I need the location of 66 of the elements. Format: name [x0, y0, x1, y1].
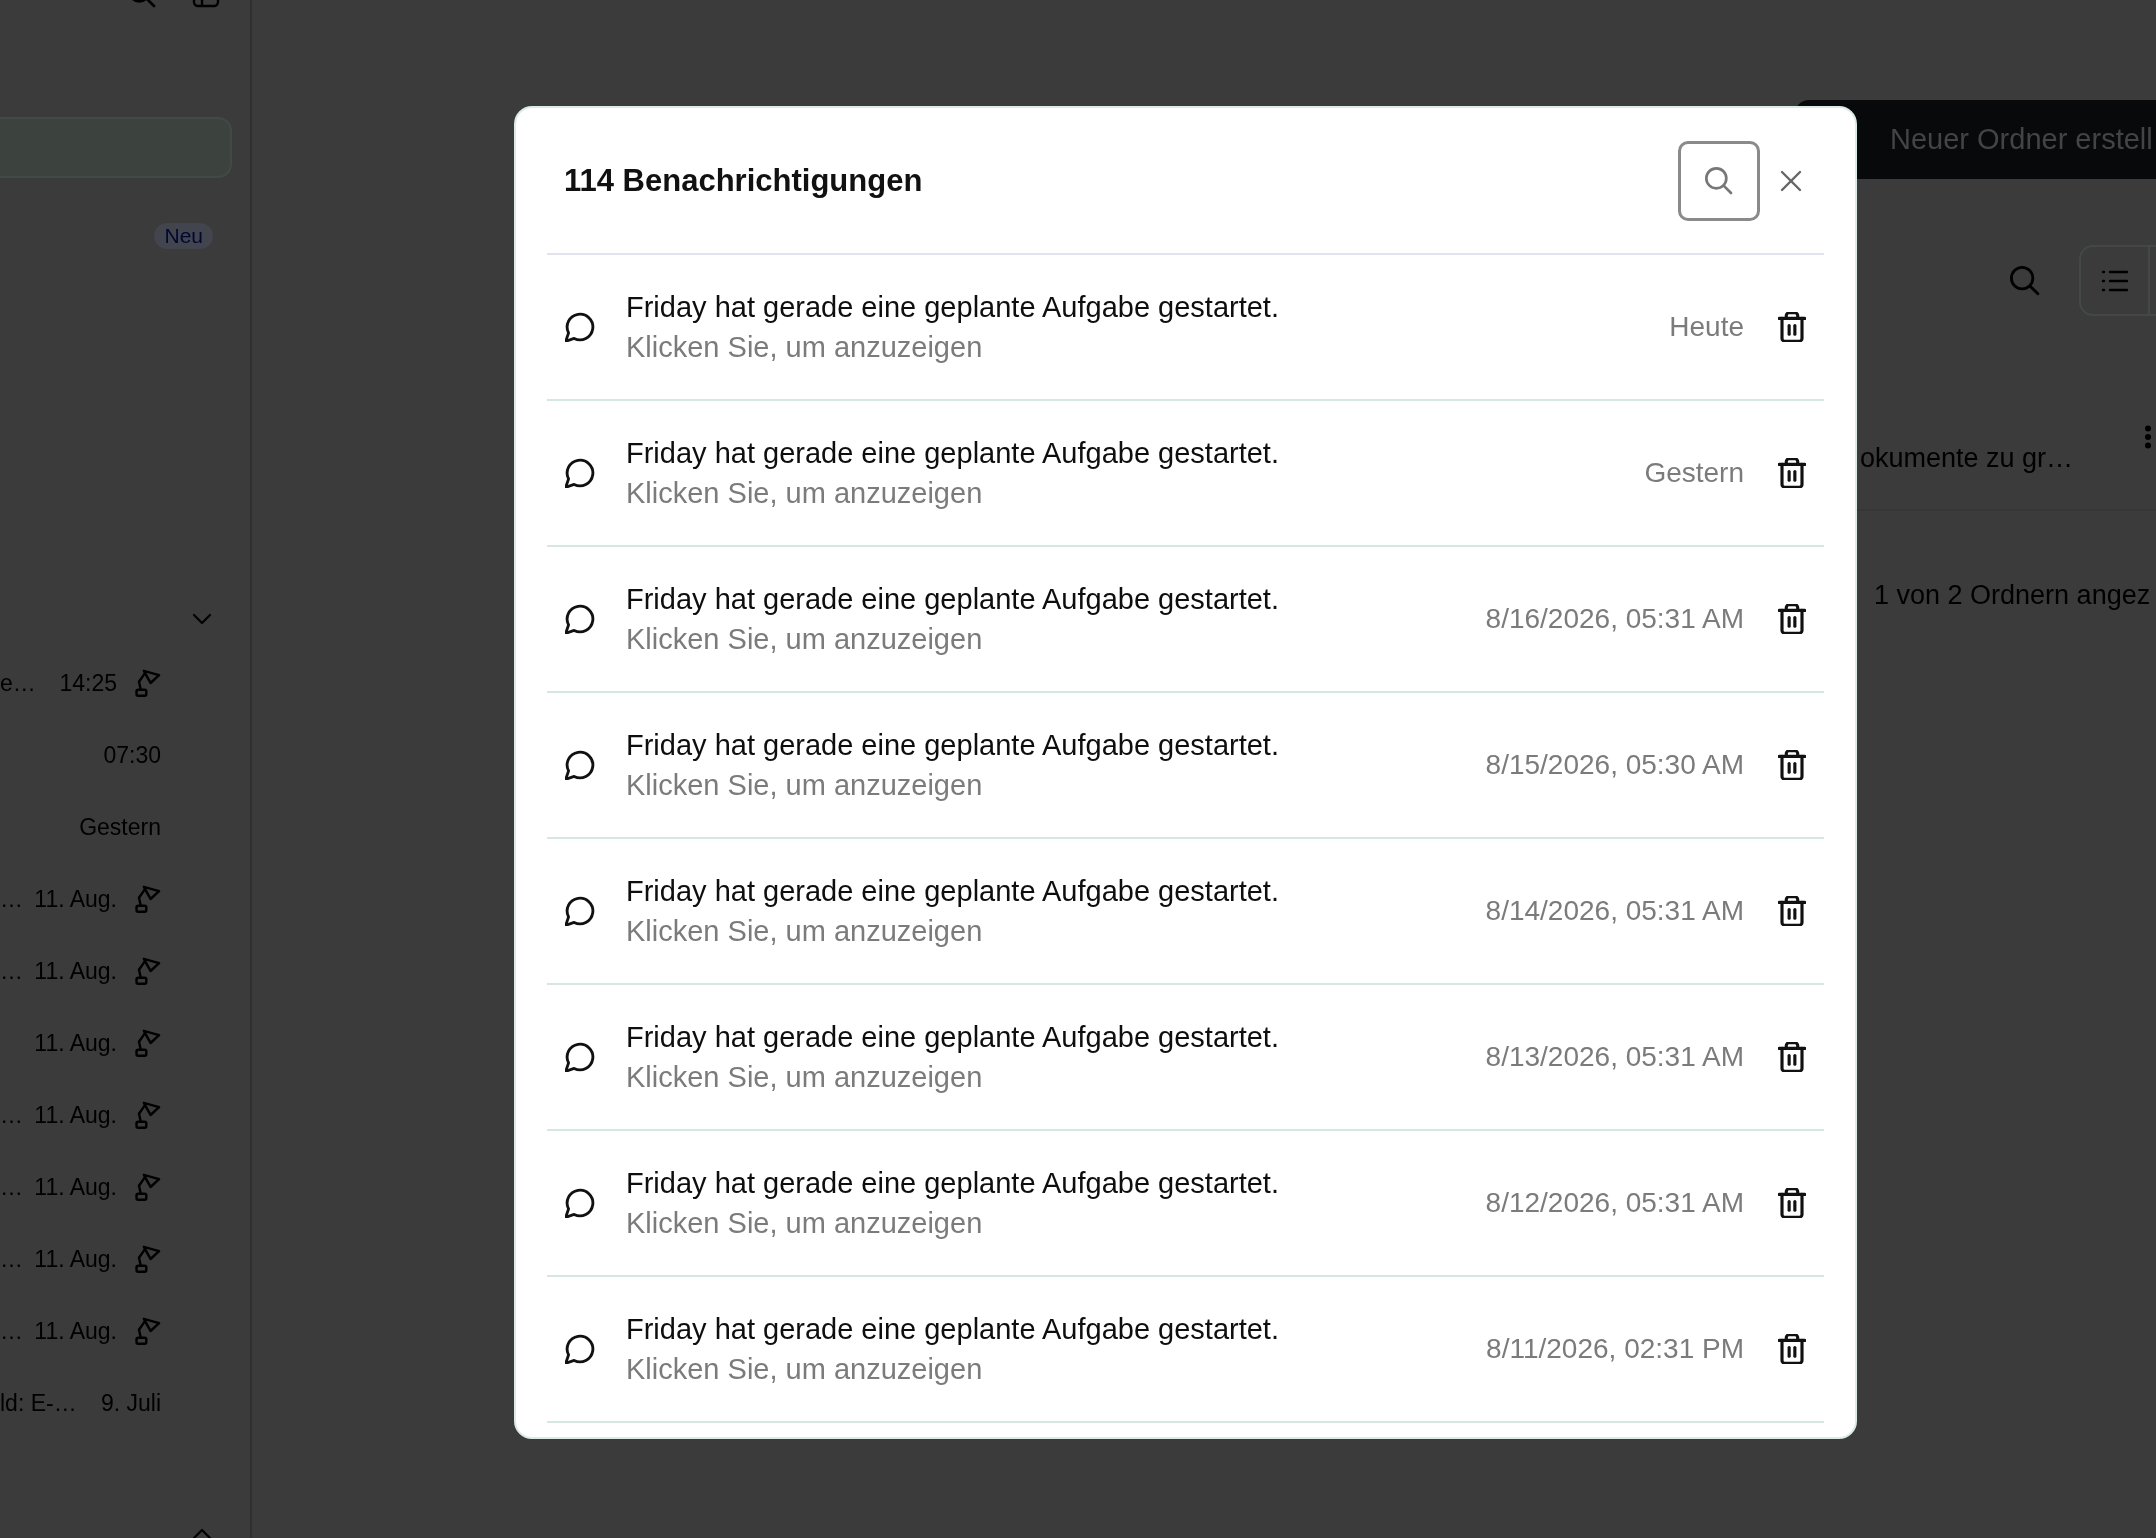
chat-title[interactable]: e…: [0, 669, 36, 697]
chat-time: 9. Juli: [100, 1389, 161, 1417]
notification-time: 8/13/2026, 05:31 AM: [1485, 1040, 1744, 1074]
chat-bubble-icon: [565, 1188, 595, 1218]
trash-icon[interactable]: [1778, 458, 1806, 488]
notification-time: 8/16/2026, 05:31 AM: [1485, 602, 1744, 636]
notification-hint: Klicken Sie, um anzuzeigen: [626, 768, 983, 803]
chat-bubble-icon: [565, 750, 595, 780]
chat-bubble-icon: [565, 1334, 595, 1364]
chat-bubble-icon: [565, 312, 595, 342]
notification-message[interactable]: Friday hat gerade eine geplante Aufgabe gestartet.: [626, 1309, 1279, 1349]
notification-hint: Klicken Sie, um anzuzeigen: [626, 476, 983, 511]
trash-icon[interactable]: [1778, 1334, 1806, 1364]
chat-time: 11. Aug.: [34, 1245, 117, 1273]
chat-bubble-icon: [565, 604, 595, 634]
chat-title[interactable]: …: [0, 1317, 23, 1345]
close-icon[interactable]: [1780, 169, 1802, 192]
search-icon: [1705, 166, 1733, 195]
notification-time: Gestern: [1644, 456, 1744, 490]
chat-bubble-icon: [565, 1042, 595, 1072]
notification-hint: Klicken Sie, um anzuzeigen: [626, 1060, 983, 1095]
new-badge: Neu: [154, 223, 213, 249]
notification-time: 8/14/2026, 05:31 AM: [1485, 894, 1744, 928]
chat-time: 11. Aug.: [34, 957, 117, 985]
trash-icon[interactable]: [1778, 896, 1806, 926]
chat-time: 11. Aug.: [34, 885, 117, 913]
notification-message[interactable]: Friday hat gerade eine geplante Aufgabe gestartet.: [626, 1017, 1279, 1057]
notification-message[interactable]: Friday hat gerade eine geplante Aufgabe gestartet.: [626, 725, 1279, 765]
trash-icon[interactable]: [1778, 1042, 1806, 1072]
notification-message[interactable]: Friday hat gerade eine geplante Aufgabe gestartet.: [626, 287, 1279, 327]
notification-message[interactable]: Friday hat gerade eine geplante Aufgabe gestartet.: [626, 871, 1279, 911]
chat-title[interactable]: …: [0, 885, 23, 913]
notification-message[interactable]: Friday hat gerade eine geplante Aufgabe gestartet.: [626, 1163, 1279, 1203]
notification-message[interactable]: Friday hat gerade eine geplante Aufgabe gestartet.: [626, 579, 1279, 619]
notification-hint: Klicken Sie, um anzuzeigen: [626, 622, 983, 657]
search-button[interactable]: [1678, 140, 1760, 221]
notification-time: 8/11/2026, 02:31 PM: [1486, 1332, 1744, 1366]
chat-time: 07:30: [103, 741, 161, 769]
chat-time: 14:25: [59, 669, 117, 697]
notification-time: Heute: [1669, 310, 1744, 344]
document-title[interactable]: okumente zu gr…: [1857, 441, 2074, 475]
notification-time: 8/15/2026, 05:30 AM: [1485, 748, 1744, 782]
folder-count-text: 1 von 2 Ordnern angez: [1873, 579, 2152, 612]
chat-title[interactable]: …: [0, 957, 23, 985]
trash-icon[interactable]: [1778, 750, 1806, 780]
notification-message[interactable]: Friday hat gerade eine geplante Aufgabe gestartet.: [626, 433, 1279, 473]
notification-hint: Klicken Sie, um anzuzeigen: [626, 330, 983, 365]
notification-hint: Klicken Sie, um anzuzeigen: [626, 1352, 983, 1387]
chat-title[interactable]: …: [0, 1101, 23, 1129]
trash-icon[interactable]: [1778, 604, 1806, 634]
chat-time: 11. Aug.: [34, 1317, 117, 1345]
chat-bubble-icon: [565, 896, 595, 926]
trash-icon[interactable]: [1778, 312, 1806, 342]
chat-title[interactable]: …: [0, 1173, 23, 1201]
trash-icon[interactable]: [1778, 1188, 1806, 1218]
chat-bubble-icon: [565, 458, 595, 488]
chat-time: 11. Aug.: [34, 1173, 117, 1201]
chat-time: 11. Aug.: [34, 1029, 117, 1057]
chat-time: 11. Aug.: [34, 1101, 117, 1129]
chat-title[interactable]: ld: E-…: [0, 1389, 77, 1417]
notification-hint: Klicken Sie, um anzuzeigen: [626, 914, 983, 949]
notification-time: 8/12/2026, 05:31 AM: [1485, 1186, 1744, 1220]
notification-hint: Klicken Sie, um anzuzeigen: [626, 1206, 983, 1241]
chat-title[interactable]: …: [0, 1245, 23, 1273]
chat-time: Gestern: [79, 813, 161, 841]
dialog-title: 114 Benachrichtigungen: [564, 162, 923, 199]
